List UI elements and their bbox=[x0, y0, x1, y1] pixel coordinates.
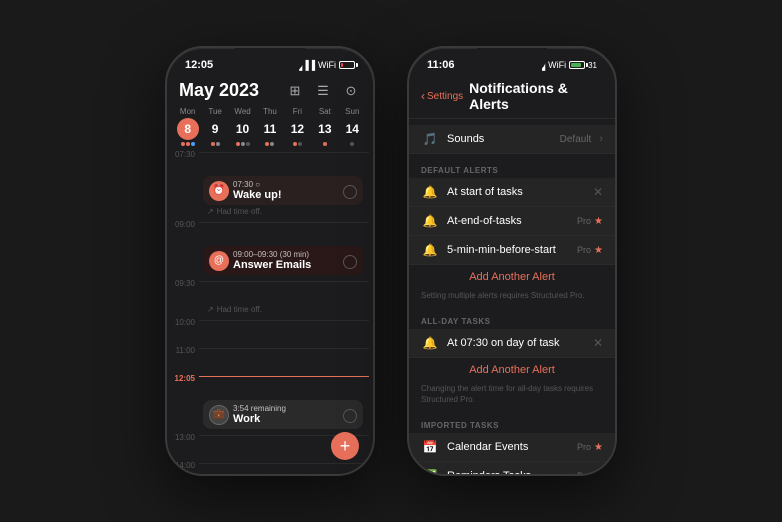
right-signal-icon: ▐▐▐ bbox=[526, 60, 545, 70]
battery-icon bbox=[339, 61, 355, 69]
page-title: Notifications & Alerts bbox=[469, 80, 603, 112]
alert-start-row[interactable]: 🔔 At start of tasks ✕ bbox=[409, 178, 615, 207]
calendar-events-icon: 📅 bbox=[421, 440, 439, 454]
right-phone: 11:06 ▐▐▐ WiFi 31 ‹ Settings Notificatio… bbox=[407, 46, 617, 476]
reminders-row[interactable]: ✅ Reminders Tasks Pro ★ bbox=[409, 462, 615, 476]
event-emails[interactable]: @ 09:00–09:30 (30 min) Answer Emails bbox=[203, 246, 363, 275]
event-work-checkbox[interactable] bbox=[343, 409, 357, 423]
imported-label: IMPORTED TASKS bbox=[409, 415, 615, 433]
cal-more-icon[interactable]: ⊙ bbox=[341, 81, 361, 101]
settings-header: ‹ Settings Notifications & Alerts bbox=[409, 76, 615, 119]
alert-end-icon: 🔔 bbox=[421, 214, 439, 228]
all-day-label: ALL-DAY TASKS bbox=[409, 311, 615, 329]
right-status-time: 11:06 bbox=[427, 59, 455, 71]
add-default-alert-text: Add Another Alert bbox=[469, 271, 555, 283]
event-wakeup-icon: ⏰ bbox=[209, 181, 229, 201]
signal-icon: ▐▐▐ bbox=[296, 60, 315, 70]
right-power-button[interactable] bbox=[616, 133, 617, 171]
day-sat[interactable]: Sat 13 bbox=[312, 107, 337, 146]
alert-start-icon: 🔔 bbox=[421, 185, 439, 199]
add-allday-alert-row[interactable]: Add Another Alert bbox=[409, 358, 615, 382]
had-time-off-2: ↗Had time off. bbox=[171, 305, 369, 316]
add-fab[interactable]: + bbox=[331, 432, 359, 460]
all-day-alert-remove[interactable]: ✕ bbox=[593, 336, 603, 350]
sounds-chevron: › bbox=[599, 133, 603, 145]
day-thu[interactable]: Thu 11 bbox=[257, 107, 282, 146]
day-tue[interactable]: Tue 9 bbox=[202, 107, 227, 146]
day-fri[interactable]: Fri 12 bbox=[285, 107, 310, 146]
event-wakeup[interactable]: ⏰ 07:30 ○ Wake up! bbox=[203, 176, 363, 205]
sounds-icon: 🎵 bbox=[421, 132, 439, 146]
back-button[interactable]: ‹ Settings bbox=[421, 89, 463, 103]
week-row: Mon 8 Tue 9 Wed 10 Thu 11 bbox=[167, 105, 373, 148]
calendar-content: May 2023 ⊞ ☰ ⊙ Mon 8 Tue 9 bbox=[167, 76, 373, 476]
calendar-events-row[interactable]: 📅 Calendar Events Pro ★ bbox=[409, 433, 615, 462]
month-title: May 2023 bbox=[179, 80, 259, 101]
event-wakeup-checkbox[interactable] bbox=[343, 185, 357, 199]
sounds-value: Default bbox=[560, 134, 592, 145]
left-phone: 12:05 ▐▐▐ WiFi May 2023 ⊞ ☰ ⊙ bbox=[165, 46, 375, 476]
default-alerts-helper: Setting multiple alerts requires Structu… bbox=[409, 289, 615, 305]
sounds-row[interactable]: 🎵 Sounds Default › bbox=[409, 125, 615, 154]
status-bar: 12:05 ▐▐▐ WiFi bbox=[167, 48, 373, 76]
status-time: 12:05 bbox=[185, 59, 213, 71]
right-battery-icon bbox=[569, 61, 585, 69]
wifi-icon: WiFi bbox=[318, 60, 336, 70]
day-wed[interactable]: Wed 10 bbox=[230, 107, 255, 146]
right-status-icons: ▐▐▐ WiFi 31 bbox=[526, 60, 597, 70]
right-volume-up[interactable] bbox=[407, 118, 408, 140]
power-button[interactable] bbox=[374, 133, 375, 171]
event-work[interactable]: 💼 3:54 remaining Work bbox=[203, 400, 363, 429]
settings-content: ‹ Settings Notifications & Alerts 🎵 Soun… bbox=[409, 76, 615, 476]
cal-grid-icon[interactable]: ⊞ bbox=[285, 81, 305, 101]
timeline: 07:30 ⏰ 07:30 ○ Wake up! ↗Had time off. bbox=[167, 148, 373, 476]
day-sun[interactable]: Sun 14 bbox=[340, 107, 365, 146]
right-status-bar: 11:06 ▐▐▐ WiFi 31 bbox=[409, 48, 615, 76]
event-emails-icon: @ bbox=[209, 251, 229, 271]
chevron-left-icon: ‹ bbox=[421, 89, 425, 103]
alert-end-row[interactable]: 🔔 At-end-of-tasks Pro ★ bbox=[409, 207, 615, 236]
calendar-events-pro: Pro ★ bbox=[577, 442, 603, 453]
sounds-label: Sounds bbox=[447, 133, 552, 145]
right-wifi-icon: WiFi bbox=[548, 60, 566, 70]
add-default-alert-row[interactable]: Add Another Alert bbox=[409, 265, 615, 289]
day-mon[interactable]: Mon 8 bbox=[175, 107, 200, 146]
alert-before-pro: Pro ★ bbox=[577, 245, 603, 256]
all-day-alert-icon: 🔔 bbox=[421, 336, 439, 350]
right-volume-down[interactable] bbox=[407, 148, 408, 170]
volume-up-button[interactable] bbox=[165, 118, 166, 140]
status-icons: ▐▐▐ WiFi bbox=[296, 60, 355, 70]
cal-list-icon[interactable]: ☰ bbox=[313, 81, 333, 101]
had-time-off-1: ↗Had time off. bbox=[171, 207, 369, 218]
calendar-header: May 2023 ⊞ ☰ ⊙ bbox=[167, 76, 373, 105]
alert-before-icon: 🔔 bbox=[421, 243, 439, 257]
add-allday-alert-text: Add Another Alert bbox=[469, 364, 555, 376]
volume-down-button[interactable] bbox=[165, 148, 166, 170]
all-day-alert-row[interactable]: 🔔 At 07:30 on day of task ✕ bbox=[409, 329, 615, 358]
alert-end-pro: Pro ★ bbox=[577, 216, 603, 227]
reminders-pro: Pro ★ bbox=[577, 471, 603, 476]
event-work-icon: 💼 bbox=[209, 405, 229, 425]
reminders-icon: ✅ bbox=[421, 469, 439, 476]
event-emails-checkbox[interactable] bbox=[343, 255, 357, 269]
cal-toolbar: ⊞ ☰ ⊙ bbox=[285, 81, 361, 101]
alert-start-remove[interactable]: ✕ bbox=[593, 185, 603, 199]
default-alerts-label: DEFAULT ALERTS bbox=[409, 160, 615, 178]
alert-before-row[interactable]: 🔔 5-min-min-before-start Pro ★ bbox=[409, 236, 615, 265]
all-day-helper: Changing the alert time for all-day task… bbox=[409, 382, 615, 409]
